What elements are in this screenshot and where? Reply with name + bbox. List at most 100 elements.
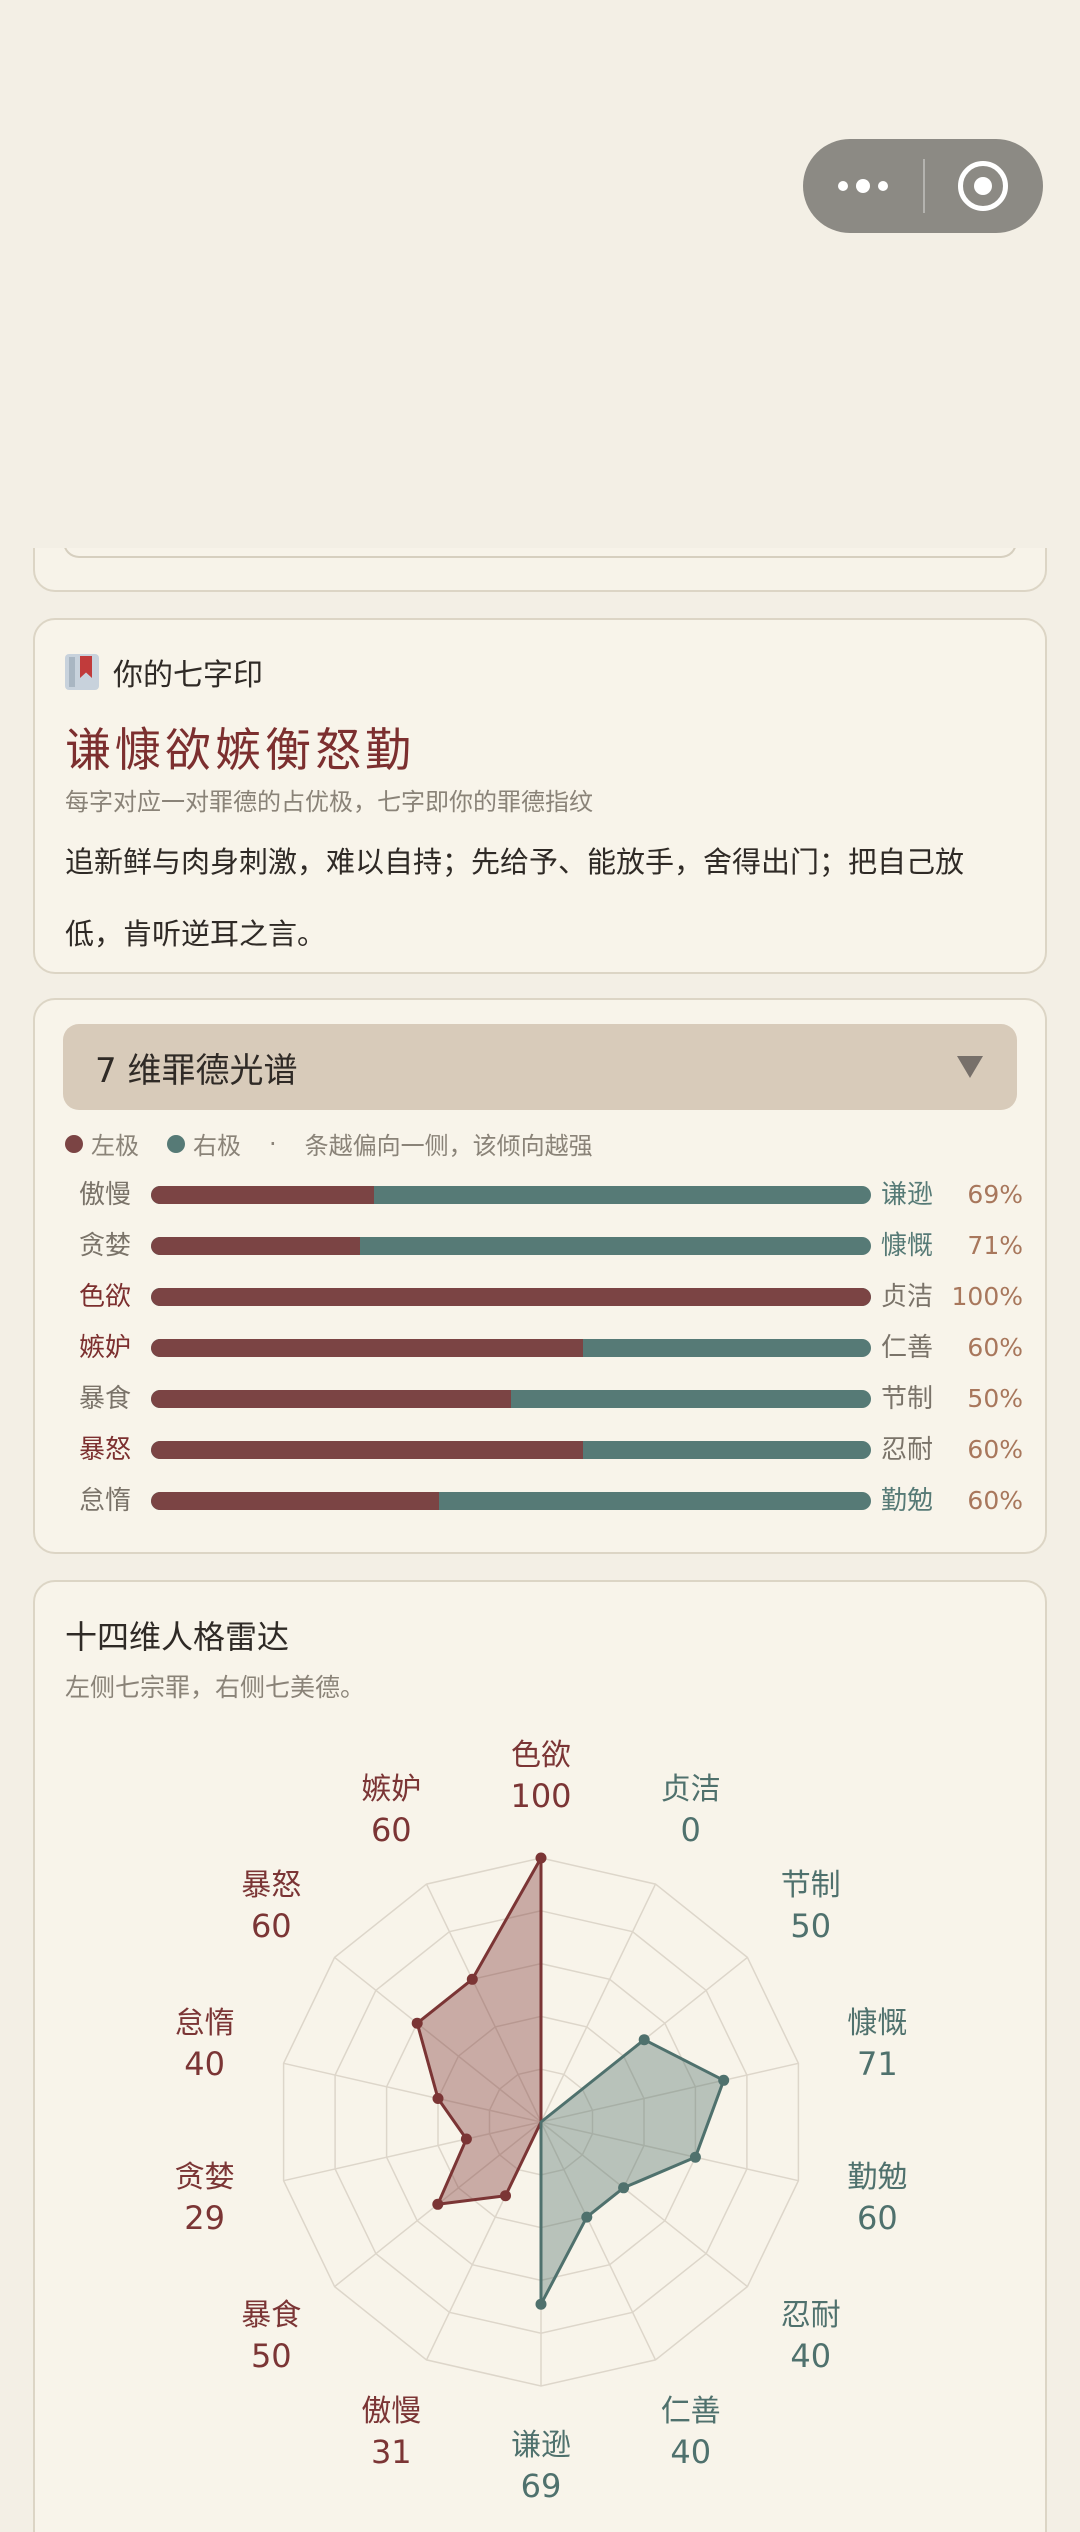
spectrum-bar-left-fill <box>151 1288 871 1306</box>
more-button[interactable] <box>803 139 923 233</box>
radar-point <box>432 2198 444 2210</box>
radar-point <box>718 2074 730 2086</box>
page: 你的七字印 谦慷欲嫉衡怒勤 每字对应一对罪德的占优极，七字即你的罪德指纹 追新鲜… <box>0 0 1080 2532</box>
radar-virtue-area <box>539 2038 726 2306</box>
spectrum-bar <box>151 1339 871 1357</box>
radar-axis-label: 贪婪 <box>175 2160 235 2195</box>
radar-sin-area <box>415 1856 543 2206</box>
spectrum-right-label: 仁善 <box>881 1333 934 1363</box>
spectrum-percent: 50% <box>967 1384 1023 1413</box>
spectrum-percent: 60% <box>967 1486 1023 1515</box>
spectrum-row: 嫉妒 仁善 60% <box>35 1323 1049 1373</box>
spectrum-percent: 60% <box>967 1435 1023 1464</box>
radar-axis-label: 色欲 <box>511 1738 571 1773</box>
radar-axis-value: 60 <box>251 1907 292 1945</box>
spectrum-bar-left-fill <box>151 1390 511 1408</box>
spectrum-left-label: 傲慢 <box>79 1180 132 1210</box>
more-dots-icon <box>838 179 888 193</box>
spectrum-bar-left-fill <box>151 1186 375 1204</box>
radar-axis-value: 40 <box>670 2433 711 2471</box>
radar-axis-value: 50 <box>251 2337 292 2375</box>
radar-axis-label: 勤勉 <box>847 2160 907 2195</box>
radar-axis-label: 嫉妒 <box>361 1772 421 1807</box>
radar-axis-label: 仁善 <box>661 2394 721 2429</box>
spectrum-right-label: 贞洁 <box>881 1282 934 1312</box>
radar-point <box>411 2017 423 2029</box>
legend-right-label: 右极 <box>193 1132 241 1160</box>
spectrum-bar <box>151 1288 871 1306</box>
radar-axis-value: 0 <box>681 1811 701 1849</box>
seal-subtitle: 每字对应一对罪德的占优极，七字即你的罪德指纹 <box>65 788 593 816</box>
legend-right-dot <box>167 1134 185 1153</box>
spectrum-percent: 100% <box>951 1282 1023 1311</box>
radar-axis-value: 40 <box>184 2045 225 2083</box>
spectrum-row: 暴食 节制 50% <box>35 1374 1049 1424</box>
radar-point <box>618 2182 630 2194</box>
radar-axis-label: 忍耐 <box>781 2298 841 2333</box>
spectrum-right-label: 节制 <box>881 1384 934 1414</box>
spectrum-left-label: 怠惰 <box>79 1486 132 1516</box>
spectrum-bar-left-fill <box>151 1237 360 1255</box>
spectrum-card: 7 维罪德光谱 左极 右极 · 条越偏向一侧，该倾向越强 傲慢 谦逊 69% 贪婪 慷慨… <box>33 998 1047 1554</box>
radar-axis-value: 60 <box>857 2199 898 2237</box>
radar-axis-value: 31 <box>371 2433 412 2471</box>
spectrum-bar <box>151 1186 871 1204</box>
radar-axis-value: 50 <box>790 1907 831 1945</box>
spectrum-right-label: 勤勉 <box>881 1486 934 1516</box>
radar-axis-label: 暴怒 <box>241 1868 301 1903</box>
radar-point <box>535 2298 547 2310</box>
spectrum-legend: 左极 右极 · 条越偏向一侧，该倾向越强 <box>65 1126 593 1161</box>
radar-axis-label: 慷慨 <box>847 2006 907 2041</box>
spectrum-bar-left-fill <box>151 1339 583 1357</box>
radar-chart: 色欲 100 贞洁 0 节制 50 慷慨 71 勤勉 60 忍耐 40 仁善 40 谦逊 69 傲慢 31 暴食 50… <box>175 1738 908 2505</box>
spectrum-right-label: 谦逊 <box>881 1180 934 1210</box>
spectrum-row: 傲慢 谦逊 69% <box>35 1170 1049 1220</box>
spectrum-left-label: 贪婪 <box>79 1231 132 1261</box>
spectrum-title: 7 维罪德光谱 <box>95 1050 298 1091</box>
radar-axis-label: 谦逊 <box>511 2428 571 2463</box>
bookmark-book-icon <box>65 654 99 690</box>
spectrum-bar <box>151 1441 871 1459</box>
capsule-divider <box>923 159 925 213</box>
spectrum-left-label: 暴食 <box>79 1384 132 1414</box>
spectrum-bar <box>151 1390 871 1408</box>
spectrum-row: 暴怒 忍耐 60% <box>35 1425 1049 1475</box>
spectrum-bar <box>151 1492 871 1510</box>
radar-axis-value: 60 <box>371 1811 412 1849</box>
radar-axis-label: 怠惰 <box>175 2006 235 2041</box>
spectrum-right-label: 慷慨 <box>881 1231 934 1261</box>
radar-card: 十四维人格雷达 左侧七宗罪，右侧七美德。 色欲 100 贞洁 0 节制 50 慷慨 71 勤勉 6… <box>33 1580 1047 2532</box>
mini-program-capsule <box>803 139 1043 233</box>
triangle-down-icon <box>957 1056 983 1078</box>
radar-axis-label: 暴食 <box>241 2298 301 2333</box>
radar-point <box>500 2190 511 2202</box>
close-button[interactable] <box>923 139 1043 233</box>
radar-point <box>638 2034 650 2046</box>
spectrum-percent: 71% <box>967 1231 1023 1260</box>
radar-axis-value: 40 <box>790 2337 831 2375</box>
radar-point <box>581 2211 593 2223</box>
spectrum-left-label: 嫉妒 <box>79 1333 132 1363</box>
radar-axis-value: 71 <box>857 2045 898 2083</box>
seal-card: 你的七字印 谦慷欲嫉衡怒勤 每字对应一对罪德的占优极，七字即你的罪德指纹 追新鲜… <box>33 618 1047 974</box>
radar-point <box>689 2151 701 2163</box>
spectrum-header-toggle[interactable]: 7 维罪德光谱 <box>63 1024 1017 1110</box>
seal-header: 你的七字印 <box>65 650 263 694</box>
legend-left-dot <box>65 1134 83 1153</box>
radar-axis-value: 29 <box>184 2199 225 2237</box>
spectrum-bar-left-fill <box>151 1441 583 1459</box>
spectrum-row: 怠惰 勤勉 60% <box>35 1476 1049 1526</box>
spectrum-row: 贪婪 慷慨 71% <box>35 1221 1049 1271</box>
spectrum-percent: 60% <box>967 1333 1023 1362</box>
close-target-icon <box>958 161 1008 211</box>
radar-point <box>432 2093 444 2104</box>
radar-axis-label: 节制 <box>781 1868 841 1903</box>
radar-axis-value: 100 <box>510 1777 571 1815</box>
top-bar <box>0 0 1080 548</box>
seal-description: 追新鲜与肉身刺激，难以自持；先给予、能放手，舍得出门；把自己放低，肯听逆耳之言。 <box>65 845 965 951</box>
radar-point <box>535 1852 547 1864</box>
spectrum-left-label: 色欲 <box>79 1282 132 1312</box>
spectrum-left-label: 暴怒 <box>79 1435 132 1465</box>
radar-axis-label: 贞洁 <box>661 1772 721 1807</box>
radar-axis-label: 傲慢 <box>361 2394 421 2429</box>
